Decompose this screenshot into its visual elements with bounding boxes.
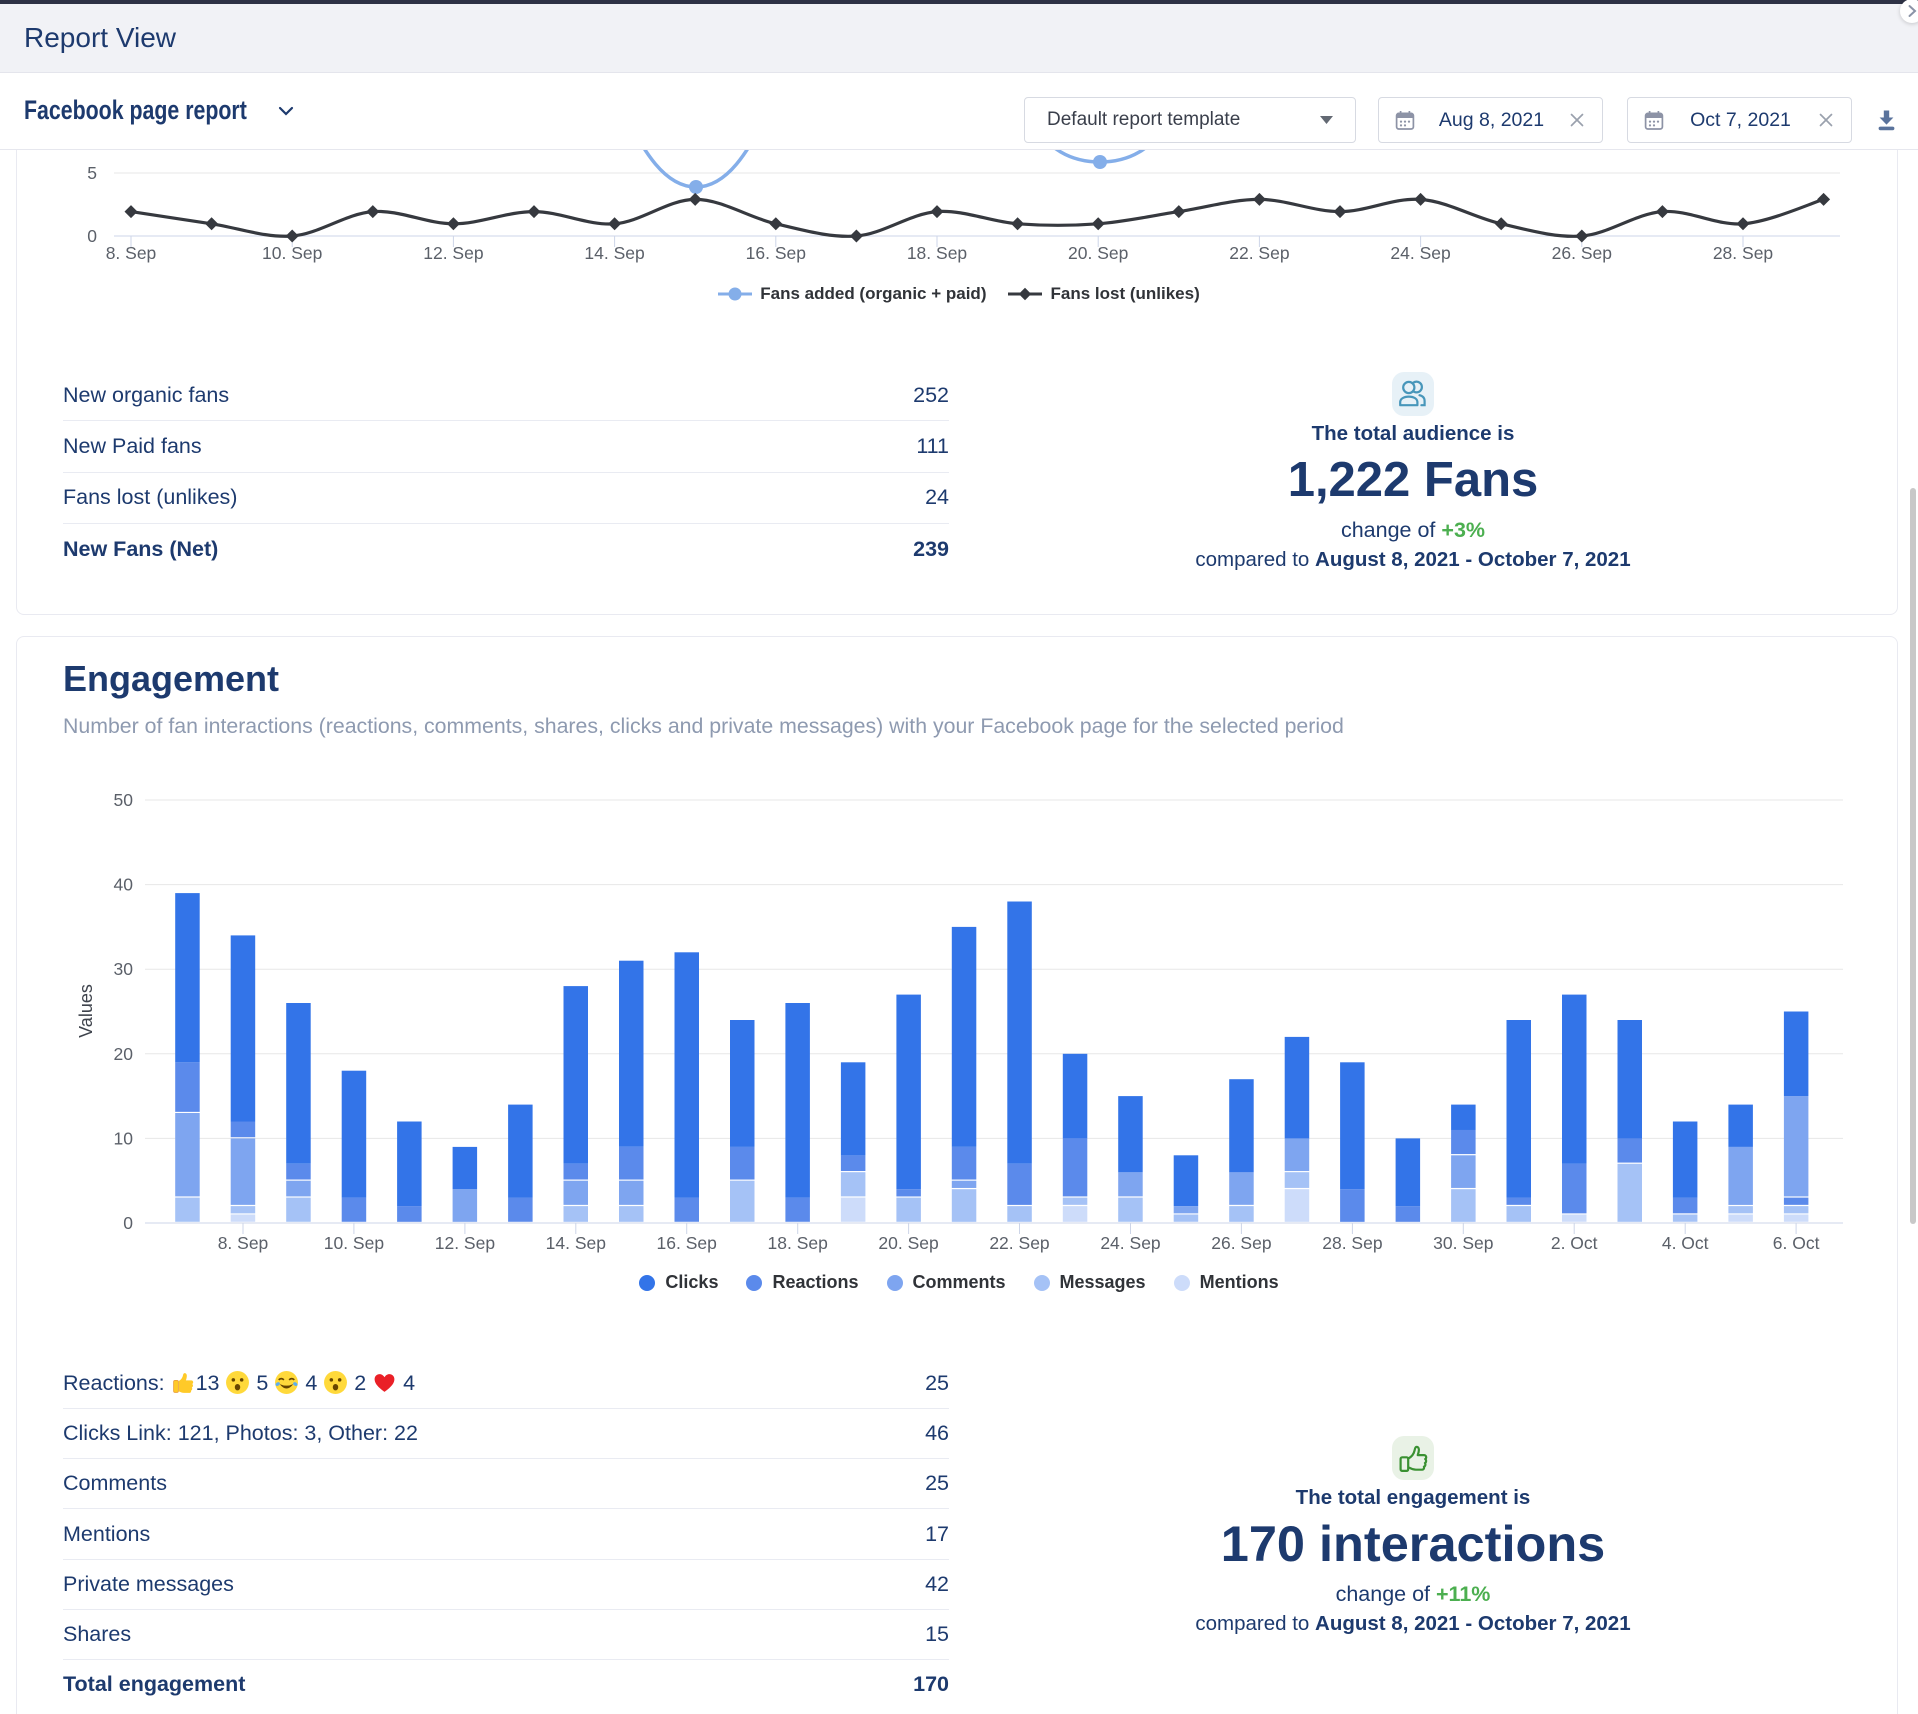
svg-text:18. Sep: 18. Sep <box>907 243 967 263</box>
svg-text:16. Sep: 16. Sep <box>657 1233 717 1253</box>
svg-text:10: 10 <box>114 1128 134 1148</box>
svg-text:16. Sep: 16. Sep <box>746 243 806 263</box>
svg-text:Values: Values <box>76 984 96 1038</box>
svg-text:8. Sep: 8. Sep <box>106 243 157 263</box>
svg-text:24. Sep: 24. Sep <box>1100 1233 1160 1253</box>
svg-text:10. Sep: 10. Sep <box>324 1233 384 1253</box>
svg-text:8. Sep: 8. Sep <box>218 1233 269 1253</box>
svg-text:0: 0 <box>87 226 97 246</box>
svg-text:30: 30 <box>114 959 134 979</box>
svg-text:2. Oct: 2. Oct <box>1551 1233 1598 1253</box>
svg-text:12. Sep: 12. Sep <box>423 243 483 263</box>
svg-text:22. Sep: 22. Sep <box>1229 243 1289 263</box>
svg-text:18. Sep: 18. Sep <box>768 1233 828 1253</box>
svg-text:20. Sep: 20. Sep <box>878 1233 938 1253</box>
svg-text:12. Sep: 12. Sep <box>435 1233 495 1253</box>
svg-text:20. Sep: 20. Sep <box>1068 243 1128 263</box>
svg-text:24. Sep: 24. Sep <box>1390 243 1450 263</box>
svg-text:20: 20 <box>114 1044 134 1064</box>
svg-text:5: 5 <box>87 163 97 183</box>
svg-text:28. Sep: 28. Sep <box>1713 243 1773 263</box>
svg-text:26. Sep: 26. Sep <box>1211 1233 1271 1253</box>
svg-text:40: 40 <box>114 875 134 895</box>
svg-text:14. Sep: 14. Sep <box>584 243 644 263</box>
svg-text:0: 0 <box>123 1213 133 1233</box>
svg-text:6. Oct: 6. Oct <box>1773 1233 1820 1253</box>
svg-text:50: 50 <box>114 790 134 810</box>
svg-text:14. Sep: 14. Sep <box>546 1233 606 1253</box>
svg-text:28. Sep: 28. Sep <box>1322 1233 1382 1253</box>
svg-text:30. Sep: 30. Sep <box>1433 1233 1493 1253</box>
svg-text:22. Sep: 22. Sep <box>989 1233 1049 1253</box>
svg-text:26. Sep: 26. Sep <box>1552 243 1612 263</box>
svg-text:4. Oct: 4. Oct <box>1662 1233 1709 1253</box>
svg-text:10. Sep: 10. Sep <box>262 243 322 263</box>
